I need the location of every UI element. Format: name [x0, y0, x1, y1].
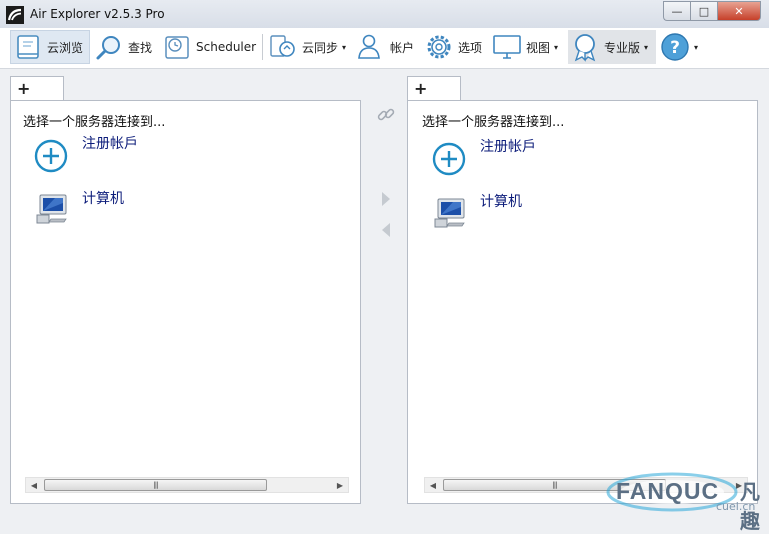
link-panes-icon[interactable] [376, 105, 396, 125]
options-label: 选项 [458, 40, 483, 55]
copy-right-arrow-icon[interactable] [380, 190, 392, 208]
left-horizontal-scrollbar[interactable]: ◀ ||| ▶ [25, 477, 349, 493]
watermark-brand: FANQUC [616, 478, 720, 504]
title-bar: Air Explorer v2.5.3 Pro — □ ✕ [0, 0, 769, 28]
site-watermark: FANQUC 凡趣 cuel.cn [602, 466, 769, 533]
search-label: 查找 [128, 40, 153, 55]
help-icon: ? [661, 33, 689, 61]
toolbar: 云浏览 查找 Scheduler 云同步 ▾ 帐户 选项 视图 ▾ 专业版 ▾ … [0, 28, 769, 69]
left-scroll-right-arrow[interactable]: ▶ [332, 478, 348, 492]
app-logo-icon [6, 6, 24, 24]
view-label: 视图 [526, 40, 551, 55]
right-computer-item[interactable]: 计算机 [480, 191, 522, 211]
search-icon [96, 36, 120, 60]
right-new-tab-button[interactable]: + [407, 76, 461, 100]
window-title: Air Explorer v2.5.3 Pro [30, 7, 165, 21]
left-new-tab-button[interactable]: + [10, 76, 64, 100]
svg-text:?: ? [670, 38, 680, 58]
cloud-browse-label: 云浏览 [47, 40, 84, 55]
right-pane: + 选择一个服务器连接到... 注册帐戶 计算机 ◀ ||| ▶ [407, 76, 758, 504]
cloud-browse-icon [17, 35, 39, 59]
monitor-view-icon [493, 35, 521, 59]
left-pane: + 选择一个服务器连接到... 注册帐戶 计算机 ◀ ||| ▶ [10, 76, 361, 504]
left-scroll-thumb[interactable]: ||| [44, 479, 267, 491]
pro-label: 专业版 [604, 40, 641, 55]
cloud-browse-button[interactable]: 云浏览 [10, 30, 90, 64]
copy-left-arrow-icon[interactable] [380, 221, 392, 239]
right-register-account-item[interactable]: 注册帐戶 [480, 136, 536, 156]
computer-icon[interactable] [35, 191, 69, 225]
pro-badge-icon [574, 34, 596, 62]
close-button[interactable]: ✕ [717, 1, 761, 21]
help-dropdown-icon[interactable]: ▾ [694, 43, 698, 52]
right-connect-prompt: 选择一个服务器连接到... [422, 115, 565, 130]
view-dropdown-icon[interactable]: ▾ [554, 43, 558, 52]
options-button[interactable]: 选项 [424, 30, 482, 64]
toolbar-separator [262, 34, 263, 60]
minimize-button[interactable]: — [663, 1, 690, 21]
accounts-label: 帐户 [390, 40, 415, 55]
cloud-sync-icon [270, 35, 295, 57]
help-button[interactable]: ? ▾ [660, 30, 698, 64]
gear-icon [427, 35, 451, 59]
cloud-sync-dropdown-icon[interactable]: ▾ [342, 43, 346, 52]
left-scroll-left-arrow[interactable]: ◀ [26, 478, 42, 492]
scheduler-clock-icon [165, 36, 189, 59]
window-controls: — □ ✕ [663, 1, 761, 21]
right-scroll-left-arrow[interactable]: ◀ [425, 478, 441, 492]
add-circle-icon[interactable] [34, 139, 68, 173]
left-register-account-item[interactable]: 注册帐戶 [82, 133, 138, 153]
watermark-url: cuel.cn [716, 500, 756, 513]
maximize-button[interactable]: □ [690, 1, 717, 21]
scheduler-label: Scheduler [196, 40, 257, 54]
scheduler-button[interactable]: Scheduler [162, 30, 256, 64]
pro-button[interactable]: 专业版 ▾ [568, 30, 656, 64]
view-button[interactable]: 视图 ▾ [492, 30, 558, 64]
accounts-button[interactable]: 帐户 [356, 30, 414, 64]
left-computer-item[interactable]: 计算机 [82, 188, 124, 208]
add-circle-icon[interactable] [432, 142, 466, 176]
pro-dropdown-icon[interactable]: ▾ [644, 43, 648, 52]
cloud-sync-label: 云同步 [302, 40, 339, 55]
right-pane-body: 选择一个服务器连接到... 注册帐戶 计算机 ◀ ||| ▶ [407, 100, 758, 504]
computer-icon[interactable] [433, 195, 467, 229]
search-button[interactable]: 查找 [94, 30, 152, 64]
left-pane-body: 选择一个服务器连接到... 注册帐戶 计算机 ◀ ||| ▶ [10, 100, 361, 504]
user-accounts-icon [358, 34, 380, 59]
cloud-sync-button[interactable]: 云同步 ▾ [268, 30, 346, 64]
left-connect-prompt: 选择一个服务器连接到... [23, 115, 166, 130]
